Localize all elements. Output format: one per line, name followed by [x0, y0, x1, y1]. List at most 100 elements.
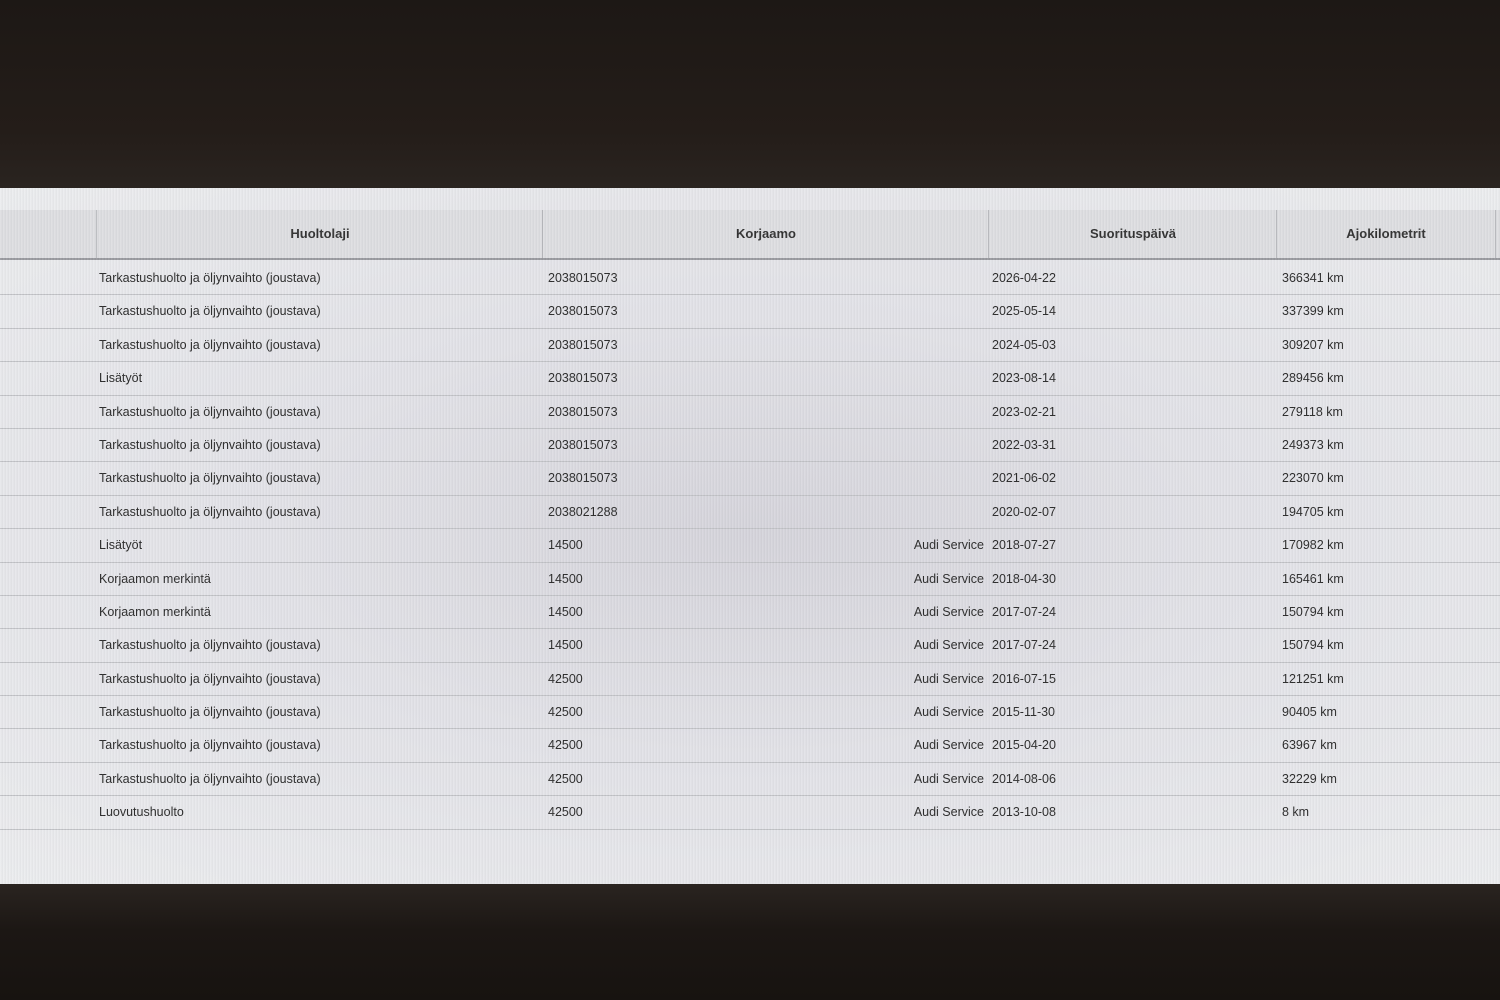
suorituspaiva-cell: 2025-05-14 [992, 304, 1056, 319]
table-row[interactable]: Korjaamon merkintä 14500 Audi Service 2017-… [0, 596, 1500, 630]
korjaamo-name-cell: Audi Service [913, 604, 984, 619]
suorituspaiva-cell: 2026-04-22 [992, 271, 1056, 285]
table-row[interactable]: Tarkastushuolto ja öljynvaihto (joustava… [0, 329, 1500, 363]
header-suorituspaiva[interactable]: Suorituspäivä [988, 210, 1277, 258]
table-row[interactable]: Tarkastushuolto ja öljynvaihto (joustava… [0, 629, 1500, 663]
huoltolaji-cell: Tarkastushuolto ja öljynvaihto (joustava… [99, 437, 321, 452]
ajokilometrit-cell: 309207 km [1282, 337, 1344, 352]
table-row[interactable]: Tarkastushuolto ja öljynvaihto (joustava… [0, 663, 1500, 697]
huoltolaji-cell: Lisätyöt [99, 371, 143, 386]
huoltolaji-cell: Luovutushuolto [99, 805, 184, 820]
ajokilometrit-cell: 223070 km [1282, 471, 1344, 486]
table-row[interactable]: Tarkastushuolto ja öljynvaihto (joustava… [0, 696, 1500, 730]
korjaamo-code-cell: 2038015073 [548, 304, 618, 319]
suorituspaiva-cell: 2024-05-03 [992, 337, 1056, 352]
huoltolaji-cell: Tarkastushuolto ja öljynvaihto (joustava… [99, 738, 321, 753]
korjaamo-code-cell: 42500 [548, 705, 583, 720]
suorituspaiva-cell: 2015-11-30 [992, 705, 1056, 720]
header-huoltolaji[interactable]: Huoltolaji [96, 210, 543, 258]
suorituspaiva-cell: 2017-07-24 [992, 604, 1056, 619]
korjaamo-code-cell: 2038015073 [548, 337, 618, 352]
suorituspaiva-cell: 2022-03-31 [992, 437, 1056, 452]
monitor-bezel-top [0, 0, 1500, 188]
huoltolaji-cell: Tarkastushuolto ja öljynvaihto (joustava… [99, 705, 321, 720]
korjaamo-code-cell: 14500 [548, 638, 583, 653]
korjaamo-name-cell: Audi Service [913, 571, 984, 586]
table-row[interactable]: Lisätyöt 14500 Audi Service 2018-07-27 17098… [0, 529, 1500, 563]
suorituspaiva-cell: 2018-07-27 [992, 538, 1056, 553]
huoltolaji-cell: Tarkastushuolto ja öljynvaihto (joustava… [99, 671, 321, 686]
ajokilometrit-cell: 8 km [1282, 805, 1310, 820]
korjaamo-name-cell: Audi Service [913, 671, 984, 686]
suorituspaiva-cell: 2014-08-06 [992, 771, 1056, 786]
korjaamo-code-cell: 14500 [548, 604, 583, 619]
huoltolaji-cell: Korjaamon merkintä [99, 604, 211, 619]
huoltolaji-cell: Tarkastushuolto ja öljynvaihto (joustava… [99, 404, 321, 419]
huoltolaji-cell: Tarkastushuolto ja öljynvaihto (joustava… [99, 638, 321, 653]
huoltolaji-cell: Lisätyöt [99, 538, 143, 553]
ajokilometrit-cell: 337399 km [1282, 304, 1344, 319]
suorituspaiva-cell: 2023-08-14 [992, 371, 1056, 386]
korjaamo-code-cell: 2038015073 [548, 271, 618, 285]
korjaamo-code-cell: 2038015073 [548, 371, 618, 386]
ajokilometrit-cell: 289456 km [1282, 371, 1344, 386]
korjaamo-code-cell: 42500 [548, 671, 583, 686]
suorituspaiva-cell: 2017-07-24 [992, 638, 1056, 653]
korjaamo-name-cell: Audi Service [913, 805, 984, 820]
korjaamo-code-cell: 2038015073 [548, 471, 618, 486]
ajokilometrit-cell: 150794 km [1282, 638, 1344, 653]
ajokilometrit-cell: 249373 km [1282, 437, 1344, 452]
ajokilometrit-cell: 170982 km [1282, 538, 1344, 553]
ajokilometrit-cell: 150794 km [1282, 604, 1344, 619]
table-row[interactable]: Tarkastushuolto ja öljynvaihto (joustava… [0, 462, 1500, 496]
korjaamo-code-cell: 2038015073 [548, 437, 618, 452]
korjaamo-code-cell: 2038015073 [548, 404, 618, 419]
header-empty-cell [0, 210, 96, 258]
korjaamo-name-cell: Audi Service [913, 638, 984, 653]
suorituspaiva-cell: 2015-04-20 [992, 738, 1056, 753]
huoltolaji-cell: Tarkastushuolto ja öljynvaihto (joustava… [99, 504, 321, 519]
ajokilometrit-cell: 279118 km [1282, 404, 1343, 419]
header-korjaamo[interactable]: Korjaamo [542, 210, 989, 258]
table-row[interactable]: Tarkastushuolto ja öljynvaihto (joustava… [0, 729, 1500, 763]
table-row[interactable]: Korjaamon merkintä 14500 Audi Service 2018-… [0, 563, 1500, 596]
screen: Huoltolaji Korjaamo Suorituspäivä Ajokil… [0, 188, 1500, 884]
korjaamo-code-cell: 42500 [548, 771, 583, 786]
ajokilometrit-cell: 121251 km [1282, 671, 1344, 686]
huoltolaji-cell: Tarkastushuolto ja öljynvaihto (joustava… [99, 337, 321, 352]
huoltolaji-cell: Tarkastushuolto ja öljynvaihto (joustava… [99, 271, 321, 285]
monitor-bezel-bottom [0, 884, 1500, 1000]
korjaamo-code-cell: 14500 [548, 538, 583, 553]
huoltolaji-cell: Tarkastushuolto ja öljynvaihto (joustava… [99, 471, 321, 486]
table-row[interactable]: Tarkastushuolto ja öljynvaihto (joustava… [0, 295, 1500, 329]
table-row[interactable]: Luovutushuolto 42500 Audi Service 2013-10-0… [0, 796, 1500, 830]
table-row[interactable]: Lisätyöt 2038015073 2023-08-14 289456 km [0, 362, 1500, 396]
korjaamo-code-cell: 2038021288 [548, 504, 618, 519]
ajokilometrit-cell: 194705 km [1282, 504, 1344, 519]
ajokilometrit-cell: 165461 km [1282, 571, 1344, 586]
huoltolaji-cell: Tarkastushuolto ja öljynvaihto (joustava… [99, 304, 321, 319]
korjaamo-code-cell: 42500 [548, 738, 583, 753]
ajokilometrit-cell: 366341 km [1282, 271, 1344, 285]
table-row[interactable]: Tarkastushuolto ja öljynvaihto (joustava… [0, 763, 1500, 797]
suorituspaiva-cell: 2018-04-30 [992, 571, 1056, 586]
ajokilometrit-cell: 90405 km [1282, 705, 1337, 720]
korjaamo-name-cell: Audi Service [913, 738, 984, 753]
table-row[interactable]: Tarkastushuolto ja öljynvaihto (joustava… [0, 496, 1500, 530]
suorituspaiva-cell: 2013-10-08 [992, 805, 1056, 820]
ajokilometrit-cell: 32229 km [1282, 771, 1337, 786]
header-ajokilometrit[interactable]: Ajokilometrit [1276, 210, 1496, 258]
table-body: Tarkastushuolto ja öljynvaihto (joustava… [0, 262, 1500, 830]
suorituspaiva-cell: 2020-02-07 [992, 504, 1056, 519]
table-row[interactable]: Tarkastushuolto ja öljynvaihto (joustava… [0, 396, 1500, 429]
korjaamo-name-cell: Audi Service [913, 705, 984, 720]
huoltolaji-cell: Korjaamon merkintä [99, 571, 211, 586]
korjaamo-name-cell: Audi Service [913, 538, 984, 553]
ajokilometrit-cell: 63967 km [1282, 738, 1337, 753]
huoltolaji-cell: Tarkastushuolto ja öljynvaihto (joustava… [99, 771, 321, 786]
suorituspaiva-cell: 2023-02-21 [992, 404, 1056, 419]
suorituspaiva-cell: 2021-06-02 [992, 471, 1056, 486]
table-row[interactable]: Tarkastushuolto ja öljynvaihto (joustava… [0, 429, 1500, 463]
table-row[interactable]: Tarkastushuolto ja öljynvaihto (joustava… [0, 262, 1500, 296]
korjaamo-code-cell: 14500 [548, 571, 583, 586]
